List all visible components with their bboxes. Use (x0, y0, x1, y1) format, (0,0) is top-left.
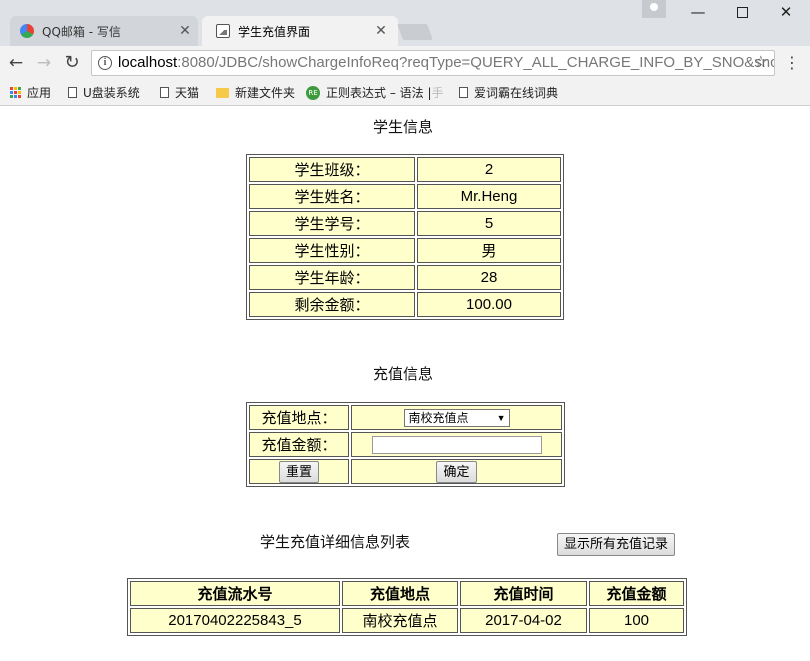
balance-label: 剩余金额： (249, 292, 415, 317)
bookmark-label: 应用 (27, 85, 52, 100)
student-info-title: 学生信息 (373, 119, 434, 136)
charge-records-table: 充值流水号 充值地点 充值时间 充值金额 20170402225843_5 南校… (127, 578, 687, 636)
reset-cell: 重置 (249, 459, 349, 484)
student-class-value: 2 (417, 157, 561, 182)
table-row: 剩余金额： 100.00 (249, 292, 561, 317)
maximize-button[interactable] (720, 0, 764, 24)
charge-form-table: 充值地点： 南校充值点 ▼ 充值金额： 重置 确定 (246, 402, 565, 487)
amount-cell: 100 (589, 608, 684, 633)
bookmark-tmall[interactable]: 天猫 (160, 80, 199, 105)
student-gender-value: 男 (417, 238, 561, 263)
regex-site-icon: RE (306, 85, 320, 100)
table-row: 充值金额： (249, 432, 562, 457)
maximize-icon (736, 7, 748, 18)
bookmark-new-folder[interactable]: 新建文件夹 (216, 80, 295, 105)
browser-toolbar: ← → ↻ i localhost:8080/JDBC/showChargeIn… (0, 46, 810, 80)
select-value: 南校充值点 (408, 410, 469, 425)
apps-grid-icon (10, 87, 21, 98)
table-header-row: 充值流水号 充值地点 充值时间 充值金额 (130, 581, 684, 606)
bookmarks-bar: 应用 U盘装系统 天猫 新建文件夹 RE 正则表达式 – 语法 | 手 爱词霸在… (0, 80, 810, 106)
confirm-cell: 确定 (351, 459, 562, 484)
student-gender-label: 学生性别： (249, 238, 415, 263)
column-header: 充值金额 (589, 581, 684, 606)
back-arrow-icon[interactable]: ← (5, 52, 27, 74)
column-header: 充值地点 (342, 581, 458, 606)
table-row: 充值地点： 南校充值点 ▼ (249, 405, 562, 430)
records-list-title: 学生充值详细信息列表 (260, 534, 411, 551)
table-row: 重置 确定 (249, 459, 562, 484)
page-content: 学生信息 学生班级： 2 学生姓名： Mr.Heng 学生学号： 5 学生性别：男 学… (0, 106, 810, 661)
qq-mail-favicon-icon (20, 24, 34, 38)
new-tab-button[interactable] (397, 24, 433, 40)
table-row: 学生性别：男 (249, 238, 561, 263)
kebab-menu-icon[interactable]: ⋮ (784, 52, 800, 74)
charge-location-label: 充值地点： (249, 405, 349, 430)
tab-strip: QQ邮箱 - 写信 ✕ 学生充值界面 ✕ — ✕ (0, 0, 810, 46)
bookmark-label: 天猫 (175, 85, 200, 100)
charge-amount-cell (351, 432, 562, 457)
bookmark-label-fade: 手 (431, 85, 444, 100)
bookmark-u-disk[interactable]: U盘装系统 (68, 80, 140, 105)
url-host: localhost (118, 54, 178, 71)
close-icon[interactable]: ✕ (178, 23, 192, 39)
tab-title: 学生充值界面 (238, 24, 311, 39)
confirm-button[interactable]: 确定 (436, 460, 477, 483)
info-icon[interactable]: i (98, 56, 112, 70)
tab-student-charge[interactable]: 学生充值界面 ✕ (202, 16, 398, 46)
column-header: 充值时间 (460, 581, 587, 606)
page-favicon-icon (216, 24, 230, 38)
table-row: 20170402225843_5 南校充值点 2017-04-02 100 (130, 608, 684, 633)
window-close-button[interactable]: ✕ (764, 0, 808, 24)
bookmark-label: 爱词霸在线词典 (474, 85, 559, 100)
serial-number-cell: 20170402225843_5 (130, 608, 340, 633)
balance-value: 100.00 (417, 292, 561, 317)
charge-info-title: 充值信息 (373, 366, 434, 383)
student-info-table: 学生班级： 2 学生姓名： Mr.Heng 学生学号： 5 学生性别：男 学生年龄： 2… (246, 154, 564, 320)
table-row: 学生学号： 5 (249, 211, 561, 236)
table-row: 学生班级： 2 (249, 157, 561, 182)
location-cell: 南校充值点 (342, 608, 458, 633)
table-row: 学生年龄： 28 (249, 265, 561, 290)
time-cell: 2017-04-02 (460, 608, 587, 633)
url-text: localhost:8080/JDBC/showChargeInfoReq?re… (118, 51, 775, 75)
student-age-label: 学生年龄： (249, 265, 415, 290)
star-icon[interactable]: ☆ (754, 51, 768, 75)
reload-icon[interactable]: ↻ (61, 52, 83, 74)
page-icon (459, 87, 468, 98)
charge-amount-input[interactable] (371, 435, 542, 454)
charge-location-select[interactable]: 南校充值点 ▼ (403, 408, 510, 427)
student-id-label: 学生学号： (249, 211, 415, 236)
minimize-button[interactable]: — (676, 0, 720, 24)
tab-title: QQ邮箱 - 写信 (42, 24, 121, 39)
page-icon (68, 87, 77, 98)
url-path: :8080/JDBC/showChargeInfoReq?reqType=QUE… (177, 54, 775, 71)
bookmark-iciba[interactable]: 爱词霸在线词典 (459, 80, 558, 105)
student-name-value: Mr.Heng (417, 184, 561, 209)
bookmark-apps[interactable]: 应用 (10, 80, 51, 105)
charge-location-cell: 南校充值点 ▼ (351, 405, 562, 430)
reset-button[interactable]: 重置 (278, 460, 319, 483)
bookmark-regex[interactable]: RE 正则表达式 – 语法 | 手 (306, 80, 444, 105)
forward-arrow-icon[interactable]: → (33, 52, 55, 74)
close-icon[interactable]: ✕ (374, 23, 388, 39)
table-row: 学生姓名： Mr.Heng (249, 184, 561, 209)
student-name-label: 学生姓名： (249, 184, 415, 209)
address-bar[interactable]: i localhost:8080/JDBC/showChargeInfoReq?… (91, 50, 775, 76)
bookmark-label: U盘装系统 (83, 85, 140, 100)
student-age-value: 28 (417, 265, 561, 290)
bookmark-label: 新建文件夹 (235, 85, 296, 100)
folder-icon (216, 87, 229, 98)
charge-amount-label: 充值金额： (249, 432, 349, 457)
bookmark-label: 正则表达式 – 语法 | (326, 85, 432, 100)
student-id-value: 5 (417, 211, 561, 236)
dropdown-arrow-icon: ▼ (496, 412, 506, 423)
page-icon (160, 87, 169, 98)
student-class-label: 学生班级： (249, 157, 415, 182)
tab-qq-mail[interactable]: QQ邮箱 - 写信 ✕ (6, 16, 202, 46)
column-header: 充值流水号 (130, 581, 340, 606)
user-profile-icon[interactable] (642, 0, 666, 18)
show-all-records-button[interactable]: 显示所有充值记录 (557, 533, 676, 556)
